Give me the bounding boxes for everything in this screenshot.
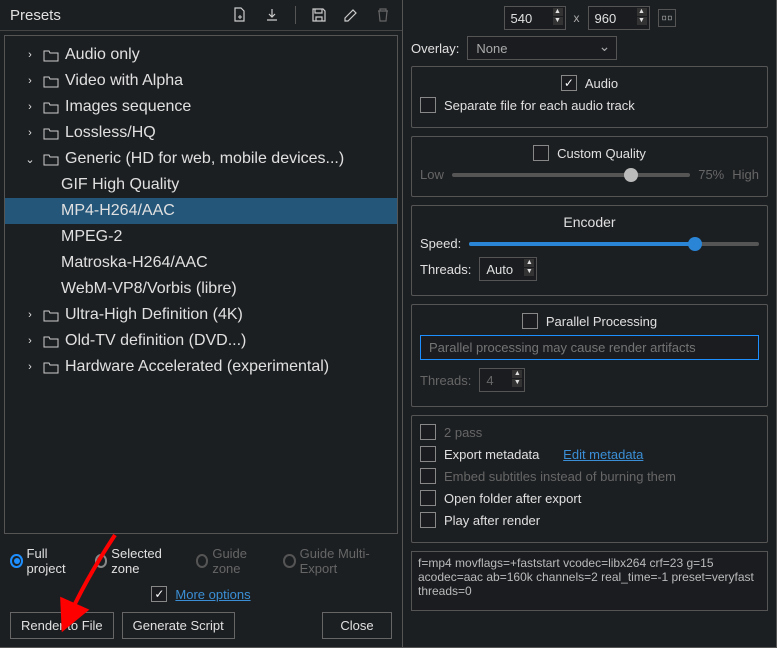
encoder-group: Encoder Speed: Threads: Auto ▲▼ — [411, 205, 768, 296]
folder-icon — [43, 334, 59, 348]
chevron-icon: › — [23, 100, 37, 114]
more-options-checkbox[interactable] — [151, 586, 167, 602]
presets-title: Presets — [10, 7, 61, 24]
parallel-threads-input: 4 ▲▼ — [479, 368, 525, 392]
chevron-icon: › — [23, 360, 37, 374]
chevron-icon: › — [23, 126, 37, 140]
range-radio-group: Full project Selected zone Guide zone Gu… — [10, 546, 392, 576]
radio-guide-multi: Guide Multi-Export — [283, 546, 392, 576]
more-options-link[interactable]: More options — [175, 587, 250, 602]
edit-metadata-link[interactable]: Edit metadata — [563, 447, 643, 462]
chevron-icon: › — [23, 334, 37, 348]
folder-icon — [43, 126, 59, 140]
folder-icon — [43, 48, 59, 62]
quality-slider — [452, 173, 690, 177]
custom-quality-checkbox[interactable] — [533, 145, 549, 161]
tree-folder[interactable]: ›Video with Alpha — [5, 68, 397, 94]
width-input[interactable]: 540 ▲▼ — [504, 6, 566, 30]
close-button[interactable]: Close — [322, 612, 392, 639]
speed-slider[interactable] — [469, 242, 759, 246]
chevron-icon: › — [23, 48, 37, 62]
radio-full-project[interactable]: Full project — [10, 546, 81, 576]
tree-folder[interactable]: ›Lossless/HQ — [5, 120, 397, 146]
tree-folder[interactable]: ⌄Generic (HD for web, mobile devices...) — [5, 146, 397, 172]
download-icon[interactable] — [263, 6, 281, 24]
link-dimensions-icon[interactable] — [658, 9, 676, 27]
tree-folder[interactable]: ›Audio only — [5, 42, 397, 68]
chevron-icon: ⌄ — [23, 152, 37, 166]
folder-icon — [43, 74, 59, 88]
presets-header: Presets — [0, 0, 402, 31]
two-pass-checkbox — [420, 424, 436, 440]
command-output[interactable] — [411, 551, 768, 611]
parallel-warning-input[interactable] — [420, 335, 759, 360]
threads-input[interactable]: Auto ▲▼ — [479, 257, 537, 281]
delete-icon[interactable] — [374, 6, 392, 24]
tree-folder[interactable]: ›Hardware Accelerated (experimental) — [5, 354, 397, 380]
radio-guide-zone: Guide zone — [196, 546, 269, 576]
separate-audio-checkbox[interactable] — [420, 97, 436, 113]
save-icon[interactable] — [310, 6, 328, 24]
tree-folder[interactable]: ›Images sequence — [5, 94, 397, 120]
tree-preset-item[interactable]: Matroska-H264/AAC — [5, 250, 397, 276]
play-after-checkbox[interactable] — [420, 512, 436, 528]
export-metadata-checkbox[interactable] — [420, 446, 436, 462]
folder-icon — [43, 152, 59, 166]
overlay-row: Overlay: None — [411, 36, 768, 60]
overlay-select[interactable]: None — [467, 36, 617, 60]
embed-subtitles-checkbox — [420, 468, 436, 484]
new-file-icon[interactable] — [231, 6, 249, 24]
audio-checkbox[interactable] — [561, 75, 577, 91]
chevron-icon: › — [23, 308, 37, 322]
render-options-group: 2 pass Export metadata Edit metadata Emb… — [411, 415, 768, 543]
tree-preset-item[interactable]: GIF High Quality — [5, 172, 397, 198]
folder-icon — [43, 308, 59, 322]
folder-icon — [43, 360, 59, 374]
folder-icon — [43, 100, 59, 114]
parallel-group: Parallel Processing Threads: 4 ▲▼ — [411, 304, 768, 407]
quality-group: Custom Quality Low 75% High — [411, 136, 768, 197]
parallel-checkbox[interactable] — [522, 313, 538, 329]
generate-script-button[interactable]: Generate Script — [122, 612, 235, 639]
audio-group: Audio Separate file for each audio track — [411, 66, 768, 128]
presets-tree[interactable]: ›Audio only›Video with Alpha›Images sequ… — [4, 35, 398, 534]
edit-icon[interactable] — [342, 6, 360, 24]
radio-selected-zone[interactable]: Selected zone — [95, 546, 182, 576]
tree-preset-item[interactable]: MPEG-2 — [5, 224, 397, 250]
size-row: 540 ▲▼ x 960 ▲▼ — [411, 6, 768, 30]
tree-folder[interactable]: ›Ultra-High Definition (4K) — [5, 302, 397, 328]
tree-preset-item[interactable]: WebM-VP8/Vorbis (libre) — [5, 276, 397, 302]
tree-preset-item[interactable]: MP4-H264/AAC — [5, 198, 397, 224]
tree-folder[interactable]: ›Old-TV definition (DVD...) — [5, 328, 397, 354]
open-folder-checkbox[interactable] — [420, 490, 436, 506]
chevron-icon: › — [23, 74, 37, 88]
height-input[interactable]: 960 ▲▼ — [588, 6, 650, 30]
render-to-file-button[interactable]: Render to File — [10, 612, 114, 639]
